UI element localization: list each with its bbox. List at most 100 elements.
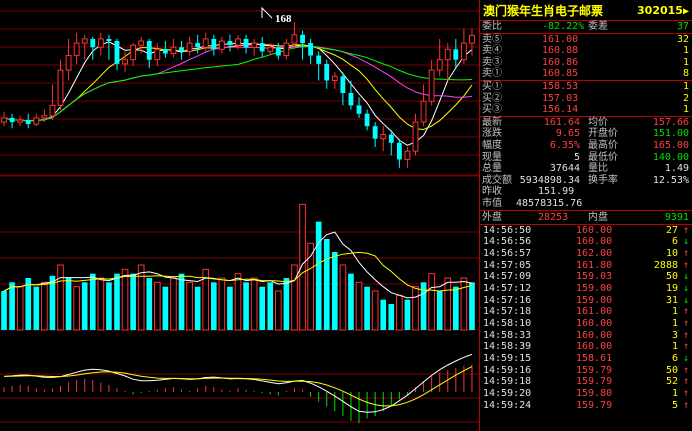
candle-body — [243, 38, 249, 48]
volume-bar — [41, 281, 48, 331]
sell-order-price: 161.00 — [542, 33, 579, 45]
volume-bar — [444, 277, 452, 331]
tick-row: 14:57:12 159.00 19 ↓ — [480, 283, 692, 295]
stock-code-wrap: 302015▶ — [637, 4, 689, 17]
sell-order-label: 卖④ — [482, 45, 502, 57]
volume-bar — [396, 294, 403, 331]
tick-row: 14:59:18 159.79 52 ↑ — [480, 376, 692, 388]
ratio-value: -82.22% — [542, 21, 585, 32]
tick-volume: 50 — [665, 364, 678, 376]
volume-bar — [331, 252, 338, 330]
tick-time: 14:57:16 — [483, 294, 532, 306]
stat-value: 5 — [573, 151, 580, 163]
volume-bar — [25, 278, 32, 330]
stat-label: 最新 — [482, 116, 502, 128]
tick-price: 159.80 — [576, 388, 613, 400]
volume-bar — [106, 282, 112, 330]
arrow-down-icon: ↓ — [682, 353, 689, 365]
quote-stats: 最新 161.64 均价 157.66 涨跌 9.65 开盘价 151.00 幅度 6.35% 最高… — [480, 117, 692, 187]
tick-row: 14:56:57 162.00 10 ↑ — [480, 248, 692, 260]
volume-bar — [33, 286, 40, 330]
inner-value: 9391 — [664, 211, 689, 223]
volume-bar — [234, 273, 242, 331]
ma20-line — [3, 45, 473, 122]
volume-bar — [259, 286, 266, 330]
candle-body — [469, 35, 475, 44]
max-price-label: 168 — [275, 13, 292, 25]
candle-body — [154, 48, 161, 61]
candle-body — [331, 75, 338, 81]
candle-body — [25, 119, 31, 125]
volume-bar — [121, 268, 129, 331]
sell-order-volume: 32 — [676, 33, 689, 45]
candle-body — [122, 59, 128, 65]
tick-volume: 52 — [665, 376, 678, 388]
stat-label: 最高价 — [588, 139, 618, 151]
outer-value: 28253 — [538, 211, 569, 223]
buy-order-row: 买② 157.03 2 — [480, 93, 692, 105]
sell-order-volume: 1 — [682, 56, 689, 68]
candle-body — [97, 38, 104, 48]
candle-body — [195, 43, 201, 48]
arrow-up-icon: ↑ — [682, 224, 689, 236]
tick-price: 160.00 — [576, 341, 613, 353]
stat-label: 量比 — [588, 163, 608, 175]
arrow-down-icon: ↓ — [682, 271, 689, 283]
sell-orders: 卖⑤ 161.00 32 卖④ 160.88 1 卖③ 160.86 1 卖① 160.85 8 — [480, 34, 692, 81]
candle-body — [130, 44, 137, 61]
stat-value: 151.00 — [652, 128, 689, 140]
sell-order-price: 160.88 — [542, 45, 579, 57]
volume-bar — [210, 282, 217, 330]
buy-order-volume: 1 — [682, 104, 689, 116]
tick-list[interactable]: 14:56:50 160.00 27 ↑ 14:56:56 160.00 6 ↓ 14:56:5… — [480, 225, 692, 412]
moving-average-lines — [3, 41, 473, 146]
volume-bar — [460, 277, 468, 331]
candle-body — [356, 105, 362, 114]
market-cap-label: 市值 — [482, 197, 502, 209]
kline-chart-area[interactable]: 168 — [0, 0, 479, 431]
candle-body — [388, 134, 394, 143]
stock-name: 澳门猴年生肖电子邮票 — [483, 3, 604, 18]
ma10-line — [3, 44, 473, 131]
stat-label: 现量 — [482, 151, 502, 163]
bid-ratio-row: 委比 -82.22% 委差 37 — [480, 21, 692, 34]
volume-bar — [371, 290, 379, 331]
tick-price: 162.00 — [576, 247, 613, 259]
candle-body — [436, 59, 443, 71]
tick-price: 159.03 — [576, 271, 613, 283]
candle-body — [202, 38, 209, 48]
tick-row: 14:58:39 160.00 1 ↑ — [480, 341, 692, 353]
candle-body — [380, 134, 387, 140]
tick-volume: 5 — [671, 399, 678, 411]
volume-bar — [81, 282, 88, 330]
volume-bar — [339, 264, 347, 331]
diff-value: 37 — [676, 21, 689, 32]
sell-order-row: 卖① 160.85 8 — [480, 68, 692, 80]
volume-bar — [162, 286, 169, 330]
tick-time: 14:59:18 — [483, 376, 532, 388]
volume-bar — [364, 286, 370, 330]
kline-chart[interactable]: 168 — [0, 0, 479, 431]
next-arrow-icon[interactable]: ▶ — [683, 6, 689, 17]
sell-order-row: 卖⑤ 161.00 32 — [480, 34, 692, 46]
candle-body — [73, 42, 80, 57]
arrow-down-icon: ↓ — [682, 294, 689, 306]
candle-body — [340, 76, 346, 93]
tick-time: 14:58:10 — [483, 318, 532, 329]
candle-body — [324, 63, 330, 81]
tick-row: 14:57:09 159.03 50 ↓ — [480, 271, 692, 283]
volume-bar — [114, 273, 120, 330]
buy-order-volume: 1 — [682, 80, 689, 92]
volume-bar — [16, 286, 24, 331]
stat-row: 幅度 6.35% 最高价 165.00 — [480, 140, 692, 152]
sell-order-label: 卖③ — [482, 56, 502, 68]
tick-time: 14:56:57 — [483, 247, 532, 259]
stat-label: 最低价 — [588, 151, 618, 163]
tick-row: 14:58:33 160.00 3 ↑ — [480, 330, 692, 342]
diff-label: 委差 — [588, 21, 608, 32]
volume-bar — [250, 277, 258, 331]
volume-bar — [170, 277, 177, 331]
stat-value: 165.00 — [652, 139, 689, 151]
arrow-up-icon: ↑ — [682, 399, 689, 411]
tick-volume: 1 — [671, 341, 678, 353]
